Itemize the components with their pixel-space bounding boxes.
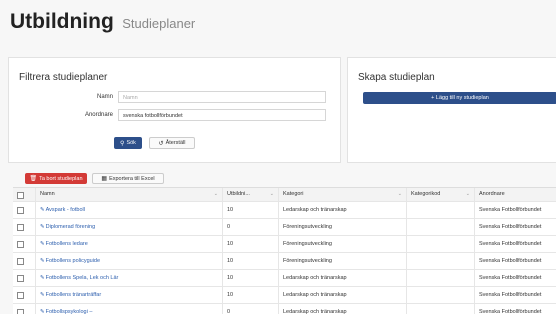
delete-button[interactable]: 🗑 Ta bort studieplan	[25, 173, 87, 184]
row-select-cell	[13, 219, 35, 235]
category-cell: Föreningsutveckling	[278, 253, 406, 269]
category-code-cell	[406, 270, 474, 286]
row-select-cell	[13, 253, 35, 269]
organizer-label: Anordnare	[84, 112, 113, 118]
hours-cell: 10	[222, 202, 278, 218]
organizer-cell: Svenska Fotbollförbundet	[474, 287, 556, 303]
column-header[interactable]: Anordnare	[474, 188, 556, 201]
export-button-label: Exportera till Excel	[109, 175, 155, 182]
row-checkbox[interactable]	[17, 292, 24, 299]
category-cell: Föreningsutveckling	[278, 219, 406, 235]
edit-icon: ✎	[40, 224, 45, 230]
create-panel: Skapa studieplan + Lägg till ny studiepl…	[347, 57, 556, 163]
row-checkbox[interactable]	[17, 258, 24, 265]
edit-icon: ✎	[40, 292, 45, 298]
studyplan-table: Namn ⌄ Utbildni... ⌄ Kategori ⌄ Kategorikod…	[13, 187, 556, 314]
chevron-down-icon: ⌄	[465, 191, 470, 197]
name-input[interactable]: Namn	[118, 91, 326, 103]
edit-icon: ✎	[40, 258, 45, 264]
row-checkbox[interactable]	[17, 207, 24, 214]
row-select-cell	[13, 202, 35, 218]
category-code-cell	[406, 236, 474, 252]
table-row[interactable]: ✎Fotbollens policyguide 10 Föreningsutveck…	[13, 253, 556, 270]
reset-icon: ↺	[158, 140, 164, 147]
create-title: Skapa studieplan	[358, 72, 435, 83]
studyplan-name-link[interactable]: ✎Fotbollens Spela, Lek och Lär	[35, 270, 222, 286]
add-studyplan-button[interactable]: + Lägg till ny studieplan	[363, 92, 556, 104]
column-header[interactable]: Utbildni... ⌄	[222, 188, 278, 201]
row-checkbox[interactable]	[17, 241, 24, 248]
column-header[interactable]: Kategorikod ⌄	[406, 188, 474, 201]
studyplan-name-link[interactable]: ✎Diplomerad förening	[35, 219, 222, 235]
edit-icon: ✎	[40, 241, 45, 247]
organizer-cell: Svenska Fotbollförbundet	[474, 202, 556, 218]
hours-cell: 10	[222, 253, 278, 269]
trash-icon: 🗑	[29, 176, 38, 182]
name-label: Namn	[96, 94, 113, 100]
table-row[interactable]: ✎Diplomerad förening 0 Föreningsutveckling…	[13, 219, 556, 236]
category-code-cell	[406, 219, 474, 235]
category-code-cell	[406, 287, 474, 303]
table-icon: ▦	[101, 176, 108, 182]
edit-icon: ✎	[40, 309, 45, 314]
organizer-cell: Svenska Fotbollförbundet	[474, 253, 556, 269]
category-cell: Ledarskap och tränarskap	[278, 287, 406, 303]
row-checkbox[interactable]	[17, 275, 24, 282]
studyplan-name-link[interactable]: ✎Avspark - fotboll	[35, 202, 222, 218]
select-all-cell	[13, 188, 35, 201]
table-row[interactable]: ✎Fotbollens Spela, Lek och Lär 10 Ledarska…	[13, 270, 556, 287]
chevron-down-icon: ⌄	[397, 191, 402, 197]
page-subtitle: Studieplaner	[122, 16, 196, 31]
row-select-cell	[13, 236, 35, 252]
search-icon: ⚲	[120, 140, 125, 147]
search-button[interactable]: ⚲ Sök	[114, 137, 142, 149]
organizer-cell: Svenska Fotbollförbundet	[474, 219, 556, 235]
column-header[interactable]: Kategori ⌄	[278, 188, 406, 201]
category-code-cell	[406, 202, 474, 218]
row-checkbox[interactable]	[17, 224, 24, 231]
organizer-cell: Svenska Fotbollförbundet	[474, 270, 556, 286]
table-row[interactable]: ✎Avspark - fotboll 10 Ledarskap och tränar…	[13, 202, 556, 219]
hours-cell: 10	[222, 270, 278, 286]
row-checkbox[interactable]	[17, 309, 24, 314]
row-select-cell	[13, 287, 35, 303]
page-title: Utbildning Studieplaner	[10, 10, 195, 34]
reset-button[interactable]: ↺ Återställ	[149, 137, 195, 149]
search-button-label: Sök	[126, 140, 136, 146]
hours-cell: 10	[222, 287, 278, 303]
edit-icon: ✎	[40, 275, 45, 281]
page-title-main: Utbildning	[10, 10, 114, 33]
studyplan-name-link[interactable]: ✎Fotbollens tränarträffar	[35, 287, 222, 303]
table-row[interactable]: ✎Fotbollens tränarträffar 10 Ledarskap och…	[13, 287, 556, 304]
row-select-cell	[13, 270, 35, 286]
category-cell: Ledarskap och tränarskap	[278, 270, 406, 286]
hours-cell: 0	[222, 219, 278, 235]
table-row[interactable]: ✎Fotbollens ledare 10 Föreningsutveckling S…	[13, 236, 556, 253]
column-header[interactable]: Namn ⌄	[35, 188, 222, 201]
studyplan-name-link[interactable]: ✎Fotbollens ledare	[35, 236, 222, 252]
reset-button-label: Återställ	[165, 140, 186, 146]
export-button[interactable]: ▦ Exportera till Excel	[92, 173, 164, 184]
chevron-down-icon: ⌄	[213, 191, 218, 197]
filter-title: Filtrera studieplaner	[19, 72, 108, 83]
table-header: Namn ⌄ Utbildni... ⌄ Kategori ⌄ Kategorikod…	[13, 188, 556, 202]
hours-cell: 10	[222, 236, 278, 252]
organizer-input[interactable]: svenska fotbollförbundet	[118, 109, 326, 121]
category-code-cell	[406, 253, 474, 269]
chevron-down-icon: ⌄	[269, 191, 274, 197]
edit-icon: ✎	[40, 207, 45, 213]
filter-panel: Filtrera studieplaner Namn Namn Anordnar…	[8, 57, 341, 163]
select-all-checkbox[interactable]	[17, 192, 24, 199]
category-cell: Ledarskap och tränarskap	[278, 202, 406, 218]
organizer-cell: Svenska Fotbollförbundet	[474, 236, 556, 252]
delete-button-label: Ta bort studieplan	[39, 175, 83, 182]
studyplan-name-link[interactable]: ✎Fotbollens policyguide	[35, 253, 222, 269]
category-cell: Föreningsutveckling	[278, 236, 406, 252]
